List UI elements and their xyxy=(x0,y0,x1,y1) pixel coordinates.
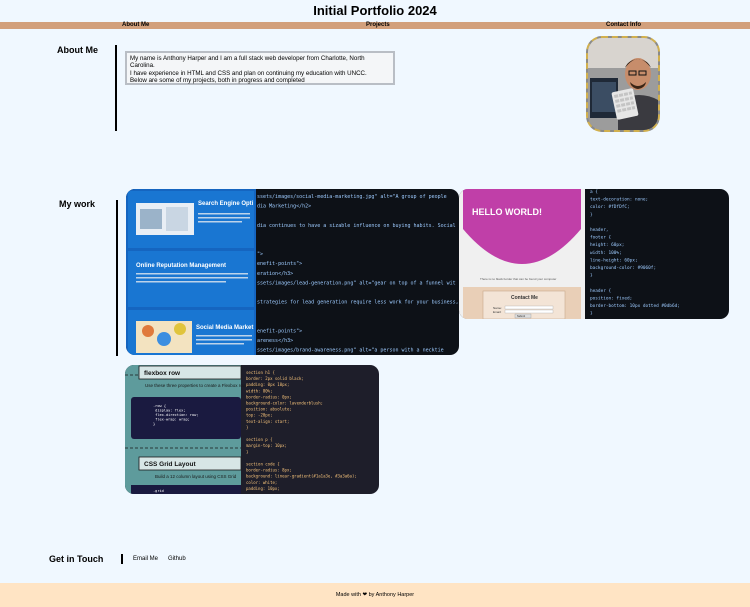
project3-grid-code: .grid xyxy=(153,489,164,493)
project1-code-line: strategies for lead generation require l… xyxy=(257,300,459,306)
project-screenshot-marketing: Search Engine Opti Online Reputation Man… xyxy=(126,189,459,355)
project1-panel2-title: Online Reputation Management xyxy=(136,263,226,269)
project2-code-line: border-bottom: 10px dotted #0db6d; xyxy=(590,303,680,309)
project2-caption: There is no black border that can be fou… xyxy=(480,277,556,281)
project3-code-line: margin-top: 10px; xyxy=(246,443,287,448)
project3-code-line: } xyxy=(246,449,248,454)
contact-links: Email Me Github xyxy=(121,554,186,564)
project1-code-line: ssets/images/social-media-marketing.jpg"… xyxy=(257,194,447,200)
project2-code-line: } xyxy=(590,212,593,218)
project3-code-line: border-radius: 8px; xyxy=(246,468,292,473)
project1-code-line: ssets/images/brand-awareness.png" alt="a… xyxy=(257,348,444,354)
project3-code-line: section h1 { xyxy=(246,370,275,375)
project2-code-line: width: 100%; xyxy=(590,250,622,256)
email-link[interactable]: Email Me xyxy=(133,556,158,562)
project2-contact-title: Contact Me xyxy=(511,295,538,301)
project3-code-line: top: -20px; xyxy=(246,413,273,418)
project3-code-line: color: white; xyxy=(246,480,277,485)
bio-line: My name is Anthony Harper and I am a ful… xyxy=(130,55,365,70)
project3-grid-text: Build a 12 column layout using CSS Grid xyxy=(155,474,237,479)
project3-code-line: background: linear-gradient(#1a1a3e, #3a… xyxy=(246,474,357,479)
site-title: Initial Portfolio 2024 xyxy=(313,3,437,18)
project3-code-line: padding: 10px; xyxy=(246,486,280,491)
project3-flex-title: flexbox row xyxy=(144,370,181,377)
footer-text: Made with ❤ by Anthony Harper xyxy=(335,592,415,598)
project1-code-line: dia Marketing</h2> xyxy=(257,204,311,210)
nav-link-contact[interactable]: Contact Info xyxy=(606,22,641,29)
github-link[interactable]: Github xyxy=(168,556,186,562)
avatar xyxy=(586,36,660,132)
project2-code-line: position: fixed; xyxy=(590,295,632,301)
project2-code-line: header, xyxy=(590,227,609,233)
project1-panel1-title: Search Engine Opti xyxy=(198,201,254,207)
about-divider xyxy=(115,45,117,131)
project1-code-line: areness</h3> xyxy=(257,338,293,344)
project2-code-line: a { xyxy=(590,189,598,195)
project3-flex-text: Use these three properties to create a F… xyxy=(145,383,260,388)
main-nav: About Me Projects Contact Info xyxy=(0,22,750,29)
site-footer: Made with ❤ by Anthony Harper xyxy=(0,583,750,607)
project2-code-line: color: #fDfDfC; xyxy=(590,204,630,210)
project2-code-line: } xyxy=(590,311,593,317)
project2-email-label: Email: xyxy=(493,310,502,314)
project2-code-line: header { xyxy=(590,288,612,294)
bio-line: Below are some of my projects, both in p… xyxy=(130,77,305,85)
about-heading: About Me xyxy=(57,45,98,55)
project1-code-line: enefit-points"> xyxy=(257,261,302,267)
nav-link-projects[interactable]: Projects xyxy=(366,22,390,29)
work-divider xyxy=(116,200,118,356)
project3-code-line: section code { xyxy=(246,462,280,467)
project3-code-line: background-color: lavenderblush; xyxy=(246,401,323,406)
project3-code-line: text-align: start; xyxy=(246,419,289,424)
project2-hello: HELLO WORLD! xyxy=(472,207,542,217)
project2-code-line: footer { xyxy=(590,235,612,241)
bio-box: My name is Anthony Harper and I am a ful… xyxy=(125,51,395,85)
project2-code-line: background-color: #9060f; xyxy=(590,265,656,271)
project-card-flex-grid[interactable]: flexbox row Use these three properties t… xyxy=(125,365,379,494)
project-screenshot-flex-grid: flexbox row Use these three properties t… xyxy=(125,365,379,494)
project-card-marketing[interactable]: Search Engine Opti Online Reputation Man… xyxy=(126,189,459,355)
project3-code-line: } xyxy=(246,425,248,430)
contact-divider xyxy=(121,554,123,564)
project-screenshot-css-layout: HELLO WORLD! There is no black border th… xyxy=(459,189,729,319)
project1-panel3-title: Social Media Market xyxy=(196,325,253,331)
project3-code-line: border: 2px solid black; xyxy=(246,376,304,381)
bio-line: I have experience in HTML and CSS and pl… xyxy=(130,69,367,77)
project1-code-line: dia continues to have a sizable influenc… xyxy=(257,223,456,229)
project1-code-line: ssets/images/lead-generation.png" alt="g… xyxy=(257,280,456,286)
project3-code-line: width: 80%; xyxy=(246,388,273,393)
contact-heading: Get in Touch xyxy=(49,554,104,564)
project2-code-line: height: 60px; xyxy=(590,242,624,248)
project3-code-line: padding: 0px 10px; xyxy=(246,382,289,387)
project2-code-line: line-height: 60px; xyxy=(590,257,638,263)
site-header: Initial Portfolio 2024 About Me Projects… xyxy=(0,0,750,30)
avatar-photo xyxy=(588,38,658,130)
project2-submit: Submit xyxy=(517,314,525,318)
project2-code-line: } xyxy=(590,273,593,279)
nav-link-about[interactable]: About Me xyxy=(122,22,149,29)
project3-code-line: border-radius: 0px; xyxy=(246,394,292,399)
project1-code-line: enefit-points"> xyxy=(257,328,302,334)
project2-code-line: text-decoration: none; xyxy=(590,197,648,203)
project3-grid-title: CSS Grid Layout xyxy=(144,461,196,468)
project3-code-line: position: absolute; xyxy=(246,407,292,412)
project1-code-line: "> xyxy=(257,252,263,258)
project1-code-line: eration</h3> xyxy=(257,271,293,277)
work-heading: My work xyxy=(59,199,96,209)
project-card-css-layout[interactable]: HELLO WORLD! There is no black border th… xyxy=(459,189,729,319)
project3-code-line: section p { xyxy=(246,437,273,442)
